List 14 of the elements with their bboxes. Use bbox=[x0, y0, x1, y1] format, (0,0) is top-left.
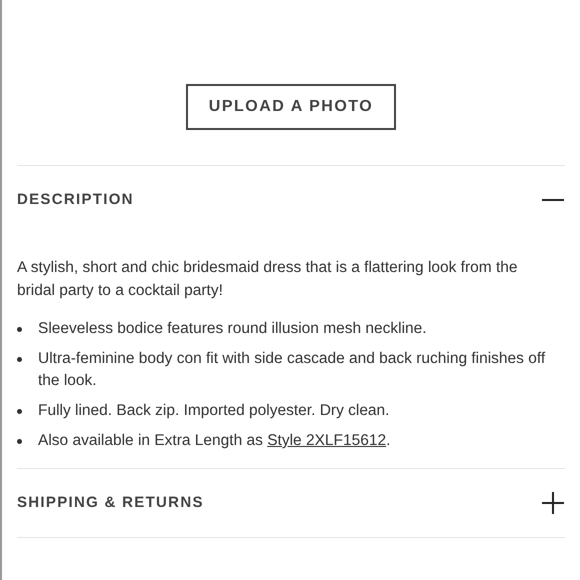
section-title: SHIPPING & RETURNS bbox=[17, 492, 204, 513]
description-text: A stylish, short and chic bridesmaid dress that is a flattering look from the bridal party to a cocktail party! bbox=[17, 258, 519, 301]
bullet-icon bbox=[17, 327, 22, 332]
bullet-icon bbox=[17, 357, 22, 362]
bullet-text: Ultra-feminine body con fit with side cascade and back ruching finishes off the look. bbox=[38, 349, 546, 391]
bullet-text: Fully lined. Back zip. Imported polyester. Dry clean. bbox=[38, 401, 390, 421]
section-title: DESCRIPTION bbox=[17, 190, 134, 210]
bullet-text: Sleeveless bodice features round illusion mesh neckline. bbox=[38, 319, 427, 339]
bullet-text: Also available in Extra Length as Style 2XLF15612. bbox=[38, 431, 390, 451]
style-link[interactable]: Style 2XLF15612 bbox=[267, 432, 386, 449]
expand-icon[interactable] bbox=[541, 491, 565, 515]
bullet-icon bbox=[17, 409, 22, 414]
bullet-icon bbox=[17, 439, 22, 444]
upload-photo-button[interactable]: UPLOAD A PHOTO bbox=[186, 84, 396, 130]
